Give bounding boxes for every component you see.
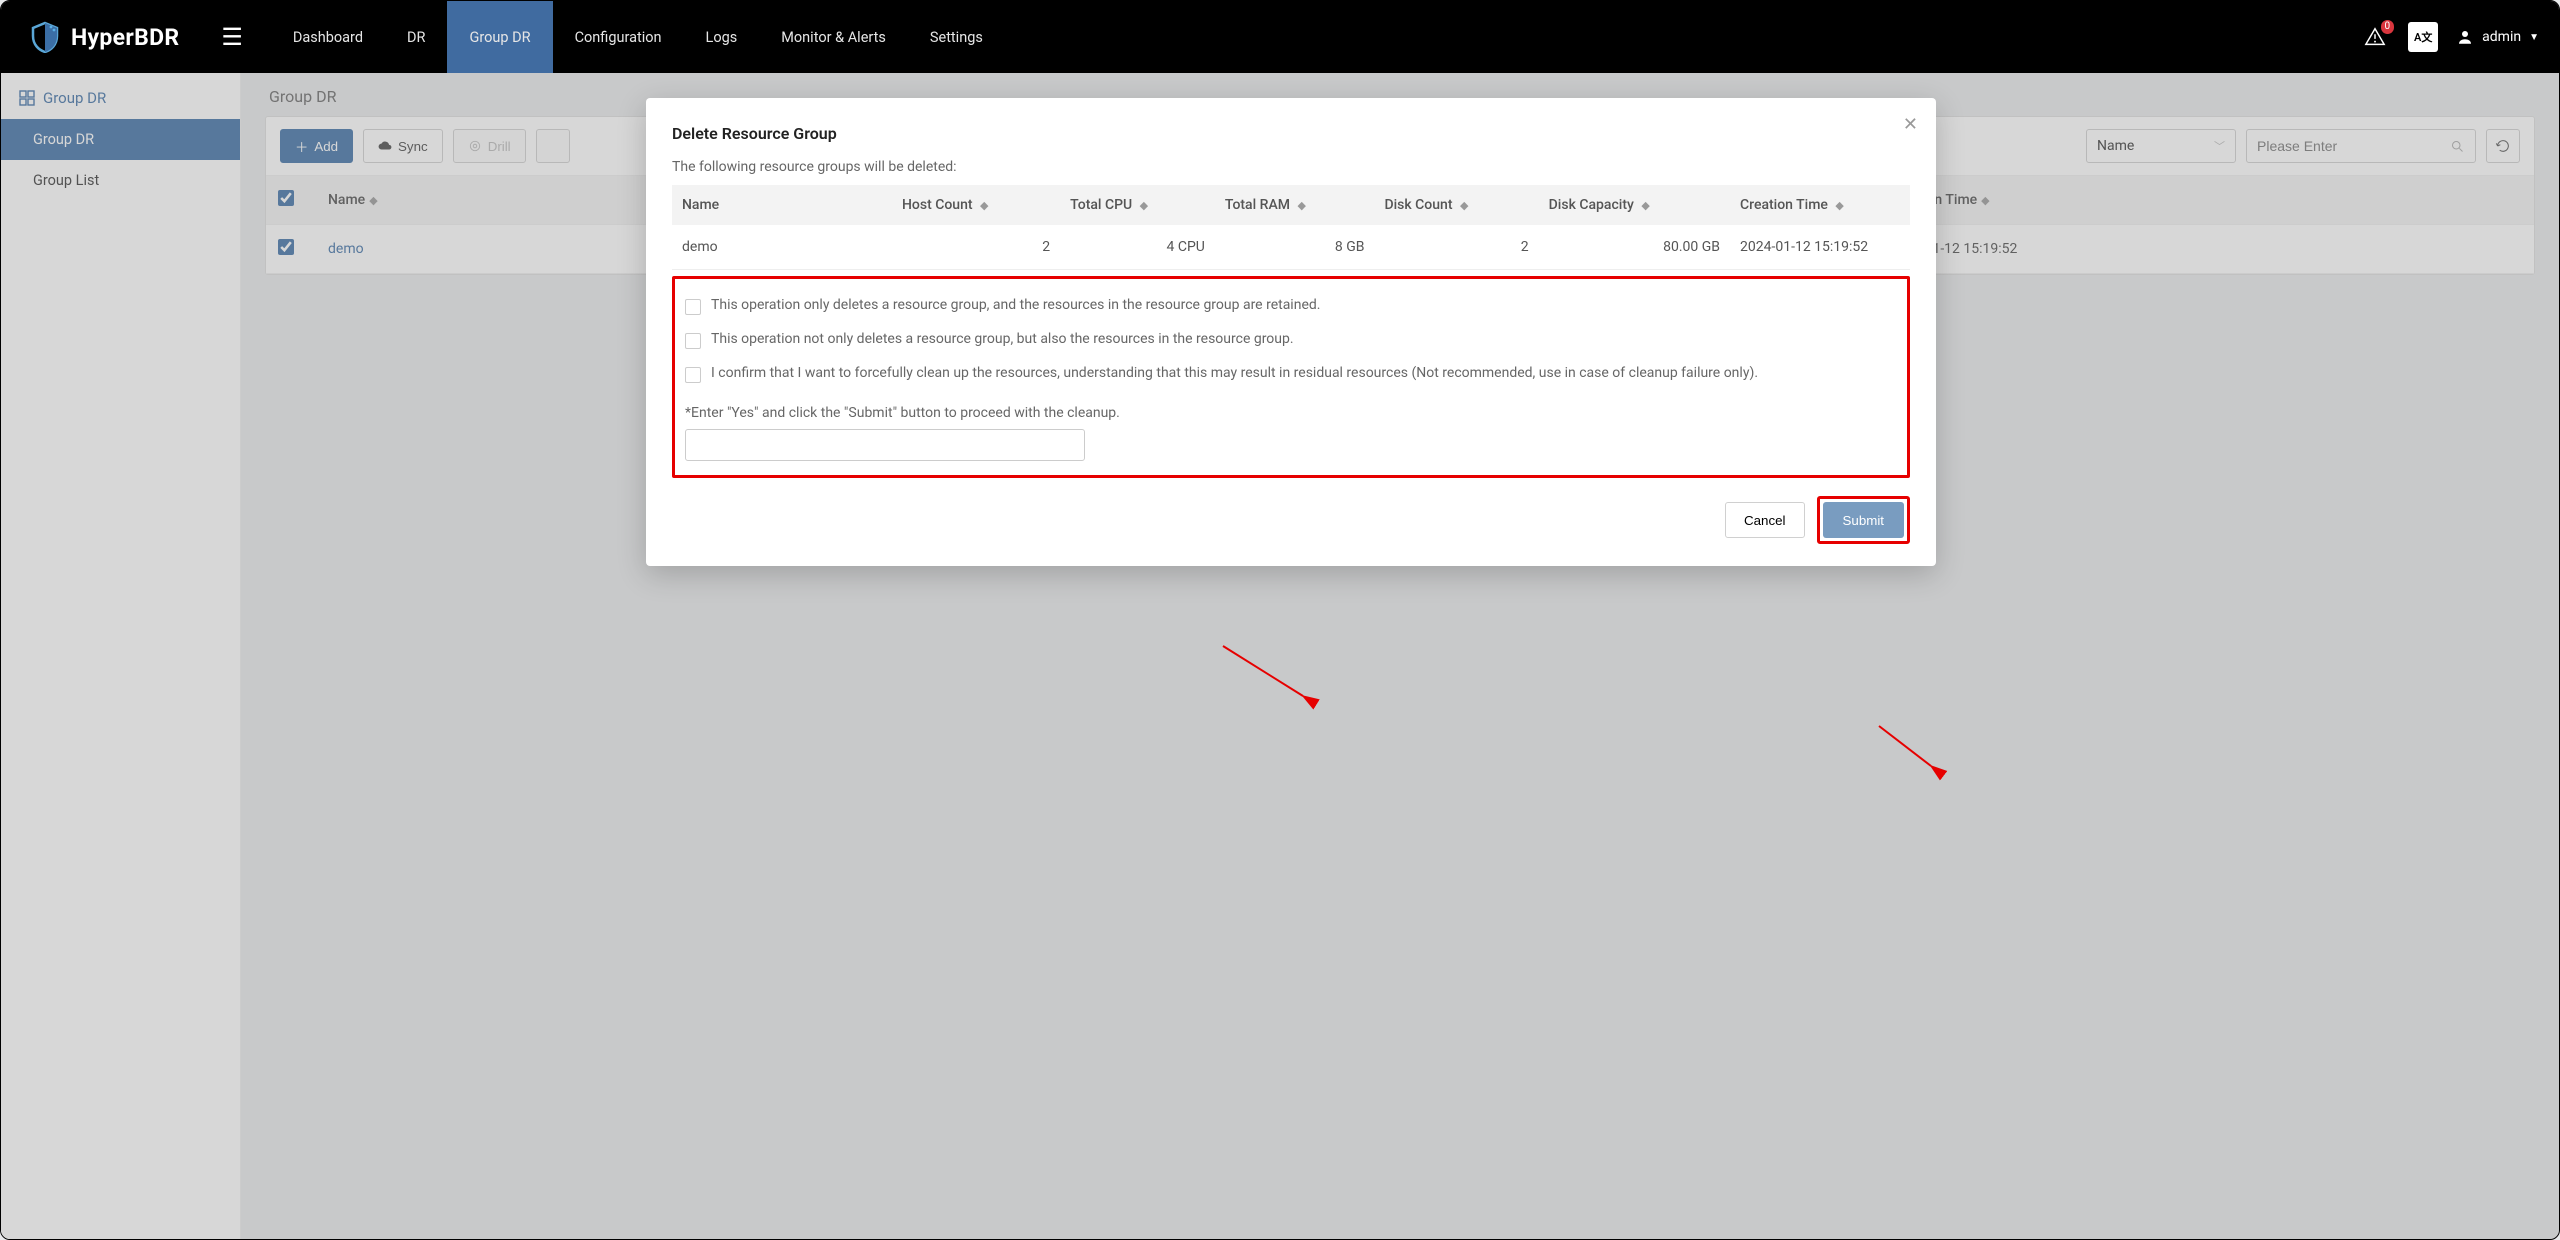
user-icon bbox=[2456, 28, 2474, 46]
mcol-name: Name bbox=[672, 185, 892, 225]
mcol-disk-capacity[interactable]: Disk Capacity ◆ bbox=[1539, 185, 1730, 225]
mrow-disk-capacity: 80.00 GB bbox=[1539, 225, 1730, 270]
mcol-total-cpu[interactable]: Total CPU ◆ bbox=[1060, 185, 1215, 225]
shield-icon bbox=[29, 21, 61, 53]
brand-logo: HyperBDR bbox=[29, 21, 179, 53]
cancel-button[interactable]: Cancel bbox=[1725, 502, 1805, 538]
nav-links: Dashboard DR Group DR Configuration Logs… bbox=[271, 1, 1005, 73]
submit-button[interactable]: Submit bbox=[1823, 502, 1904, 538]
modal-table: Name Host Count ◆ Total CPU ◆ Total RAM … bbox=[672, 185, 1910, 270]
mcol-total-ram[interactable]: Total RAM ◆ bbox=[1215, 185, 1375, 225]
modal-row: demo 2 4 CPU 8 GB 2 80.00 GB 2024-01-12 … bbox=[672, 225, 1910, 270]
user-menu[interactable]: admin ▼ bbox=[2456, 28, 2539, 46]
mcol-host-count[interactable]: Host Count ◆ bbox=[892, 185, 1060, 225]
nav-configuration[interactable]: Configuration bbox=[553, 1, 684, 73]
caret-down-icon: ▼ bbox=[2529, 32, 2539, 43]
mrow-host-count: 2 bbox=[892, 225, 1060, 270]
mcol-disk-count[interactable]: Disk Count ◆ bbox=[1374, 185, 1538, 225]
user-name: admin bbox=[2482, 29, 2521, 45]
delete-option-3[interactable]: I confirm that I want to forcefully clea… bbox=[685, 357, 1897, 391]
nav-group-dr[interactable]: Group DR bbox=[447, 1, 552, 73]
top-nav: HyperBDR ☰ Dashboard DR Group DR Configu… bbox=[1, 1, 2559, 73]
delete-resource-group-modal: ✕ Delete Resource Group The following re… bbox=[646, 98, 1936, 566]
opt1-label: This operation only deletes a resource g… bbox=[711, 297, 1320, 313]
delete-option-1[interactable]: This operation only deletes a resource g… bbox=[685, 289, 1897, 323]
mrow-total-cpu: 4 CPU bbox=[1060, 225, 1215, 270]
nav-settings[interactable]: Settings bbox=[908, 1, 1005, 73]
close-icon[interactable]: ✕ bbox=[1903, 114, 1918, 135]
nav-logs[interactable]: Logs bbox=[684, 1, 760, 73]
confirm-input[interactable] bbox=[685, 429, 1085, 461]
submit-highlight: Submit bbox=[1817, 496, 1910, 544]
alert-badge: 0 bbox=[2381, 20, 2395, 34]
mrow-disk-count: 2 bbox=[1374, 225, 1538, 270]
modal-subtitle: The following resource groups will be de… bbox=[672, 159, 1910, 175]
alerts-icon[interactable]: 0 bbox=[2360, 22, 2390, 52]
menu-toggle-icon[interactable]: ☰ bbox=[221, 23, 243, 51]
confirm-hint: *Enter "Yes" and click the "Submit" butt… bbox=[685, 405, 1897, 421]
nav-dashboard[interactable]: Dashboard bbox=[271, 1, 385, 73]
mrow-name: demo bbox=[672, 225, 892, 270]
nav-monitor-alerts[interactable]: Monitor & Alerts bbox=[759, 1, 908, 73]
brand-text: HyperBDR bbox=[71, 24, 179, 51]
opt2-label: This operation not only deletes a resour… bbox=[711, 331, 1294, 347]
mrow-creation-time: 2024-01-12 15:19:52 bbox=[1730, 225, 1910, 270]
mrow-total-ram: 8 GB bbox=[1215, 225, 1375, 270]
nav-dr[interactable]: DR bbox=[385, 1, 447, 73]
modal-title: Delete Resource Group bbox=[672, 124, 1910, 143]
highlighted-options-box: This operation only deletes a resource g… bbox=[672, 276, 1910, 478]
checkbox-icon[interactable] bbox=[685, 333, 701, 349]
checkbox-icon[interactable] bbox=[685, 367, 701, 383]
language-switch[interactable]: A文 bbox=[2408, 22, 2438, 52]
mcol-creation-time[interactable]: Creation Time ◆ bbox=[1730, 185, 1910, 225]
opt3-label: I confirm that I want to forcefully clea… bbox=[711, 365, 1758, 381]
checkbox-icon[interactable] bbox=[685, 299, 701, 315]
delete-option-2[interactable]: This operation not only deletes a resour… bbox=[685, 323, 1897, 357]
